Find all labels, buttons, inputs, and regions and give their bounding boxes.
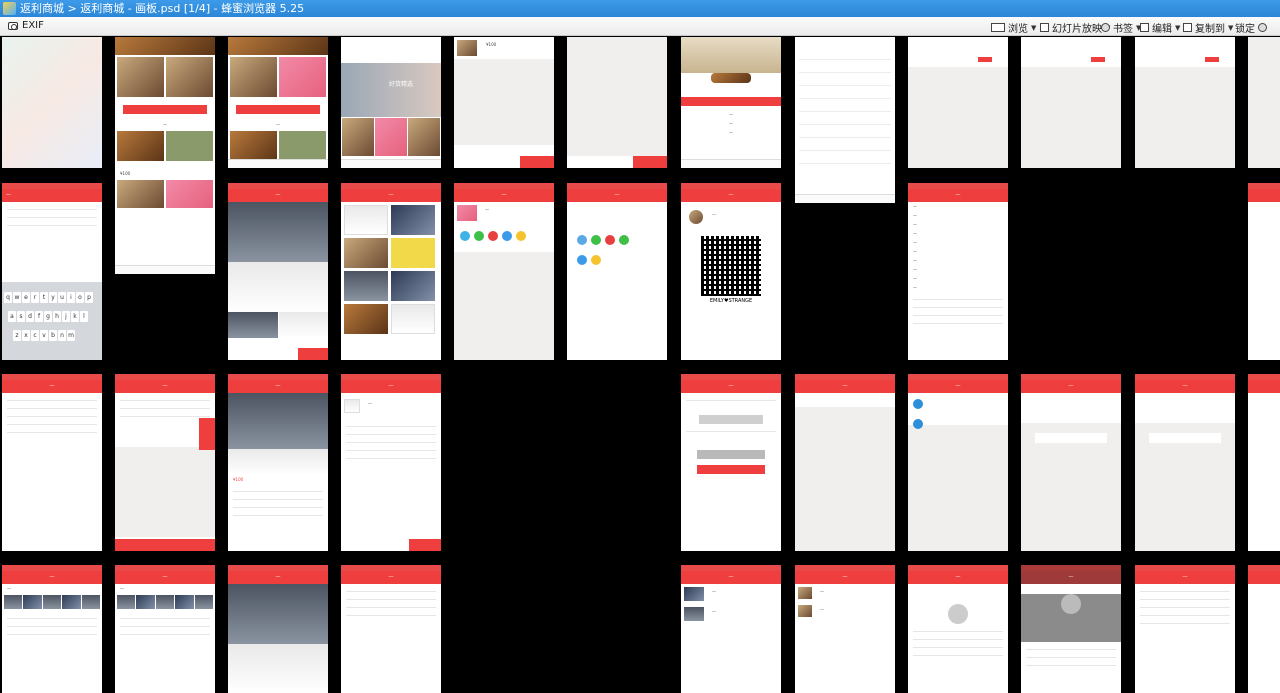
artboard-thumbnail[interactable]: — —: [2, 565, 102, 693]
artboard-thumbnail[interactable]: — ¥100: [228, 374, 328, 551]
artboard-thumbnail[interactable]: —: [1135, 565, 1235, 693]
edit-menu[interactable]: 编辑 ▼: [1140, 20, 1180, 35]
keyboard-row[interactable]: qwertyuiop: [2, 284, 102, 303]
window-titlebar: 返利商城 > 返利商城 - 画板.psd [1/4] - 蜂蜜浏览器 5.25: [0, 0, 1280, 17]
artboard-thumbnail[interactable]: — — EMILY♥STRANGE: [681, 183, 781, 360]
price-label: ¥100: [120, 171, 131, 176]
artboard-thumbnail[interactable]: [1248, 37, 1280, 168]
bookmark-icon: [1101, 23, 1110, 32]
artboard-thumbnail[interactable]: [567, 37, 667, 168]
image-canvas[interactable]: — ¥100 — 好货精选 ¥100 — — — — q w e r t y u…: [0, 37, 1280, 693]
artboard-thumbnail[interactable]: ¥100: [454, 37, 554, 168]
camera-icon: [8, 21, 18, 30]
qr-caption: EMILY♥STRANGE: [709, 298, 753, 304]
copy-to-menu[interactable]: 复制到 ▼: [1183, 20, 1233, 35]
slideshow-label: 幻灯片放映: [1052, 24, 1102, 35]
artboard-thumbnail[interactable]: —: [908, 565, 1008, 693]
artboard-thumbnail[interactable]: 好货精选: [341, 37, 441, 168]
slideshow-menu[interactable]: 幻灯片放映 ▼: [1040, 20, 1110, 35]
banner-caption: 好货精选: [389, 81, 414, 88]
toolbar: EXIF 浏览 ▼ 幻灯片放映 ▼ 书签 ▼ 编辑 ▼ 复制到 ▼ 锁定: [0, 17, 1280, 36]
artboard-thumbnail[interactable]: —: [2, 374, 102, 551]
artboard-thumbnail[interactable]: —: [1021, 374, 1121, 551]
artboard-thumbnail[interactable]: [1248, 565, 1280, 693]
artboard-thumbnail[interactable]: —: [1021, 565, 1121, 693]
artboard-thumbnail[interactable]: — —: [341, 374, 441, 551]
artboard-thumbnail[interactable]: — — — — — — — — — — —: [908, 183, 1008, 360]
artboard-thumbnail[interactable]: —: [681, 374, 781, 551]
artboard-thumbnail[interactable]: —: [1135, 374, 1235, 551]
artboard-thumbnail[interactable]: [1135, 37, 1235, 168]
artboard-thumbnail[interactable]: —: [341, 183, 441, 360]
artboard-thumbnail[interactable]: —: [341, 565, 441, 693]
artboard-thumbnail[interactable]: — —: [454, 183, 554, 360]
artboard-thumbnail[interactable]: —: [567, 183, 667, 360]
artboard-thumbnail[interactable]: [1248, 183, 1280, 360]
artboard-thumbnail[interactable]: [908, 37, 1008, 168]
slideshow-icon: [1040, 23, 1049, 32]
artboard-thumbnail[interactable]: — — —: [795, 565, 895, 693]
artboard-thumbnail[interactable]: —: [228, 37, 328, 168]
lock-icon: [1258, 23, 1267, 32]
artboard-thumbnail[interactable]: —: [115, 374, 215, 551]
edit-label: 编辑: [1152, 24, 1172, 35]
exif-button[interactable]: EXIF: [8, 20, 44, 31]
artboard-thumbnail[interactable]: [2, 37, 102, 168]
browse-menu[interactable]: 浏览 ▼: [991, 20, 1036, 35]
artboard-thumbnail[interactable]: [795, 37, 895, 203]
artboard-thumbnail[interactable]: — — —: [681, 37, 781, 168]
submit-button[interactable]: [697, 465, 765, 474]
keyboard-row[interactable]: asdfghjkl: [2, 303, 102, 322]
monitor-icon: [991, 23, 1005, 32]
keyboard-row[interactable]: zxcvbnm: [2, 322, 102, 341]
qr-code: [701, 236, 761, 296]
artboard-thumbnail[interactable]: [1021, 37, 1121, 168]
exif-label: EXIF: [22, 20, 44, 31]
lock-menu[interactable]: 锁定: [1235, 20, 1267, 35]
lock-label: 锁定: [1235, 24, 1255, 35]
chevron-down-icon: ▼: [1228, 23, 1234, 32]
price-label: ¥100: [486, 42, 497, 47]
artboard-thumbnail[interactable]: — — —: [681, 565, 781, 693]
browse-label: 浏览: [1008, 24, 1028, 35]
copy-icon: [1183, 23, 1192, 32]
artboard-thumbnail[interactable]: — ¥100: [115, 37, 215, 274]
app-icon: [3, 2, 16, 15]
artboard-thumbnail[interactable]: —: [228, 565, 328, 693]
bookmark-menu[interactable]: 书签 ▼: [1101, 20, 1141, 35]
artboard-thumbnail[interactable]: [1248, 374, 1280, 551]
artboard-thumbnail[interactable]: —: [908, 374, 1008, 551]
avatar: [1061, 594, 1081, 614]
artboard-thumbnail[interactable]: —: [228, 183, 328, 360]
bookmark-label: 书签: [1113, 24, 1133, 35]
chevron-down-icon: ▼: [1031, 23, 1037, 32]
avatar: [948, 604, 968, 624]
price-label: ¥100: [233, 477, 244, 482]
artboard-thumbnail[interactable]: — qwertyuiop asdfghjkl zxcvbnm: [2, 183, 102, 360]
copy-to-label: 复制到: [1195, 24, 1225, 35]
artboard-thumbnail[interactable]: — —: [115, 565, 215, 693]
artboard-thumbnail[interactable]: —: [795, 374, 895, 551]
window-title: 返利商城 > 返利商城 - 画板.psd [1/4] - 蜂蜜浏览器 5.25: [20, 2, 305, 15]
chevron-down-icon: ▼: [1175, 23, 1181, 32]
edit-icon: [1140, 23, 1149, 32]
